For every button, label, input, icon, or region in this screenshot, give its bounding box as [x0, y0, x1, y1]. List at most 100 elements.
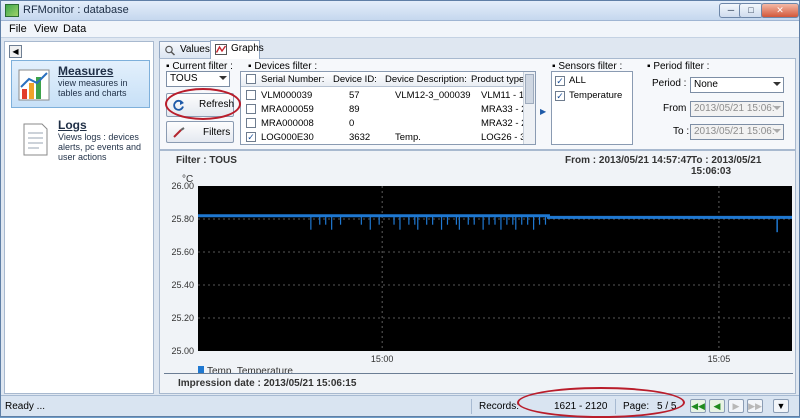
current-filter-value: TOUS: [170, 73, 198, 84]
page-label: Page:: [623, 401, 650, 412]
graph-icon: [215, 44, 227, 55]
column-device-id[interactable]: Device ID:: [333, 74, 377, 85]
cell-product-type: LOG26 - 3: [481, 132, 526, 143]
device-checkbox[interactable]: [246, 90, 256, 100]
cell-serial: MRA000008: [261, 118, 314, 129]
sensor-item-temperature[interactable]: ✓ Temperature: [555, 90, 629, 102]
app-window: RFMonitor : database ─ □ ✕ File View Dat…: [0, 0, 800, 418]
sensor-all-checkbox[interactable]: ✓: [555, 76, 565, 86]
legend-swatch: [198, 366, 204, 373]
graph-filter-label: Filter : TOUS: [176, 155, 237, 166]
menu-file[interactable]: File: [9, 23, 27, 35]
collapse-panel-button[interactable]: ◀: [9, 45, 22, 58]
chevron-down-icon: [773, 82, 781, 86]
cell-product-type: MRA33 - 2: [481, 104, 527, 115]
y-tick-label: 25.40: [171, 280, 194, 290]
records-value: 1621 - 2120: [554, 401, 608, 412]
next-page-button[interactable]: ▶: [728, 399, 744, 413]
filter-tool-icon: [173, 127, 185, 138]
cell-device-id: 89: [349, 104, 360, 115]
to-date-picker[interactable]: 2013/05/21 15:06:: [690, 124, 784, 140]
devices-select-all-checkbox[interactable]: [246, 74, 256, 84]
maximize-button[interactable]: □: [739, 3, 763, 18]
table-row[interactable]: MRA000059 89 MRA33 - 2: [241, 103, 527, 116]
period-value: None: [694, 79, 718, 90]
page-menu-button[interactable]: ▼: [773, 399, 789, 413]
to-label: To :: [673, 126, 690, 137]
from-label: From :: [663, 103, 692, 114]
records-label: Records:: [479, 401, 520, 412]
scroll-thumb[interactable]: [525, 74, 534, 104]
cell-device-id: 3632: [349, 132, 371, 143]
cell-serial: MRA000059: [261, 104, 314, 115]
filters-button[interactable]: Filters: [166, 121, 234, 143]
graph-panel: Filter : TOUS From : 2013/05/21 14:57:47…: [159, 150, 796, 394]
sensors-list: ✓ ALL ✓ Temperature: [551, 71, 633, 145]
y-tick-label: 25.80: [171, 214, 194, 224]
device-checkbox[interactable]: [246, 118, 256, 128]
cell-device-id: 57: [349, 90, 360, 101]
menu-bar: File View Data: [1, 21, 799, 38]
menu-view[interactable]: View: [34, 23, 58, 35]
chevron-down-icon: [773, 106, 781, 110]
column-description[interactable]: Device Description:: [385, 74, 467, 85]
sensor-item-all[interactable]: ✓ ALL: [555, 75, 629, 87]
cell-description: VLM12-3_000039: [395, 90, 471, 101]
current-filter-select[interactable]: TOUS: [166, 71, 230, 87]
period-select[interactable]: None: [690, 77, 784, 93]
devices-grid: Serial Number: Device ID: Device Descrip…: [240, 71, 536, 145]
nav-title-logs: Logs: [58, 118, 87, 132]
devices-scrollbar[interactable]: [523, 72, 535, 144]
column-product-type[interactable]: Product type:: [471, 74, 527, 85]
x-tick-label: 15:00: [371, 354, 394, 364]
sensor-all-label: ALL: [569, 75, 586, 86]
sensor-temperature-label: Temperature: [569, 90, 623, 101]
navigation-panel: ◀ Measures view measures in tables and c…: [4, 41, 154, 394]
chevron-down-icon: [773, 129, 781, 133]
tab-values[interactable]: Values: [159, 41, 211, 58]
device-checkbox[interactable]: ✓: [246, 132, 256, 142]
tab-values-label: Values: [180, 44, 210, 55]
tab-strip: Values Graphs: [159, 40, 797, 59]
divider: [164, 373, 793, 374]
nav-item-measures[interactable]: Measures view measures in tables and cha…: [11, 60, 150, 108]
y-tick-label: 25.60: [171, 247, 194, 257]
document-icon: [23, 123, 48, 156]
nav-title-measures: Measures: [58, 64, 114, 78]
expand-arrow-icon[interactable]: ▶: [540, 107, 548, 116]
column-serial[interactable]: Serial Number:: [261, 74, 324, 85]
status-ready: Ready ...: [5, 401, 46, 412]
temperature-chart[interactable]: 26.0025.8025.6025.4025.2025.00°C15:00 15:…: [160, 168, 796, 373]
cell-serial: VLM000039: [261, 90, 313, 101]
last-page-button[interactable]: ▶▶: [747, 399, 763, 413]
tab-graphs[interactable]: Graphs: [210, 40, 264, 59]
x-tick-label: 15:05: [708, 354, 731, 364]
chevron-down-icon: [219, 76, 227, 80]
y-tick-label: 25.00: [171, 346, 194, 356]
sensor-temperature-checkbox[interactable]: ✓: [555, 91, 565, 101]
table-row[interactable]: ✓ LOG000E30 3632 Temp. LOG26 - 3: [241, 131, 526, 144]
cell-serial: LOG000E30: [261, 132, 314, 143]
title-bar[interactable]: RFMonitor : database ─ □ ✕: [1, 1, 799, 21]
first-page-button[interactable]: ◀◀: [690, 399, 706, 413]
menu-data[interactable]: Data: [63, 23, 86, 35]
device-checkbox[interactable]: [246, 104, 256, 114]
table-row[interactable]: MRA000008 0 MRA32 - 2: [241, 117, 526, 130]
from-date-picker[interactable]: 2013/05/21 15:06:: [690, 101, 784, 117]
nav-item-logs[interactable]: Logs Views logs : devices alerts, pc eve…: [11, 114, 150, 162]
close-button[interactable]: ✕: [761, 3, 799, 18]
filter-panel: ▪ Current filter : TOUS Refresh Filters …: [159, 58, 796, 150]
status-bar: Ready ... Records: 1621 - 2120 Page: 5 /…: [1, 395, 799, 416]
filters-label: Filters: [203, 127, 231, 138]
to-value: 2013/05/21 15:06:: [694, 126, 775, 137]
period-label: Period :: [652, 78, 687, 89]
graph-from-label: From : 2013/05/21 14:57:47: [565, 155, 692, 166]
nav-desc-logs: Views logs : devices alerts, pc events a…: [58, 132, 142, 162]
previous-page-button[interactable]: ◀: [709, 399, 725, 413]
cell-device-id: 0: [349, 118, 355, 129]
devices-grid-header: Serial Number: Device ID: Device Descrip…: [241, 72, 527, 87]
refresh-button[interactable]: Refresh: [166, 93, 234, 117]
table-row[interactable]: VLM000039 57 VLM12-3_000039 VLM11 - 1: [241, 89, 524, 102]
divider: [471, 399, 472, 414]
impression-date: Impression date : 2013/05/21 15:06:15: [178, 378, 357, 389]
